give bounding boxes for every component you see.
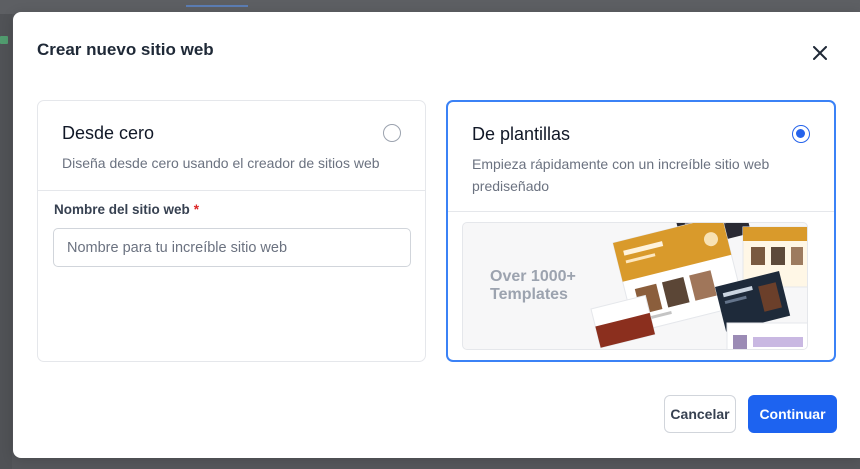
option-description-scratch: Diseña desde cero usando el creador de s… <box>62 155 380 171</box>
site-name-label: Nombre del sitio web * <box>54 202 200 217</box>
radio-selected-dot <box>796 129 805 138</box>
option-title-templates: De plantillas <box>472 124 571 144</box>
option-card-scratch[interactable]: Desde cero Diseña desde cero usando el c… <box>37 100 426 362</box>
option-card-templates[interactable]: De plantillas Empieza rápidamente con un… <box>446 100 836 362</box>
radio-templates[interactable] <box>792 125 810 143</box>
templates-preview-image: Over 1000+ Templates <box>462 222 808 350</box>
continue-button[interactable]: Continuar <box>748 395 837 433</box>
option-description-templates: Empieza rápidamente con un increíble sit… <box>472 156 770 194</box>
site-name-input[interactable] <box>53 228 411 267</box>
close-button[interactable] <box>809 42 831 64</box>
option-title-scratch: Desde cero <box>62 123 155 143</box>
cancel-button[interactable]: Cancelar <box>664 395 736 433</box>
template-collage-illustration <box>590 223 807 349</box>
card-divider <box>38 190 425 191</box>
modal-title: Crear nuevo sitio web <box>37 40 214 59</box>
close-icon <box>813 46 827 60</box>
required-mark: * <box>193 202 200 217</box>
radio-scratch[interactable] <box>383 124 401 142</box>
create-website-modal: Crear nuevo sitio web Desde cero Diseña … <box>13 12 860 458</box>
card-divider <box>448 211 834 212</box>
